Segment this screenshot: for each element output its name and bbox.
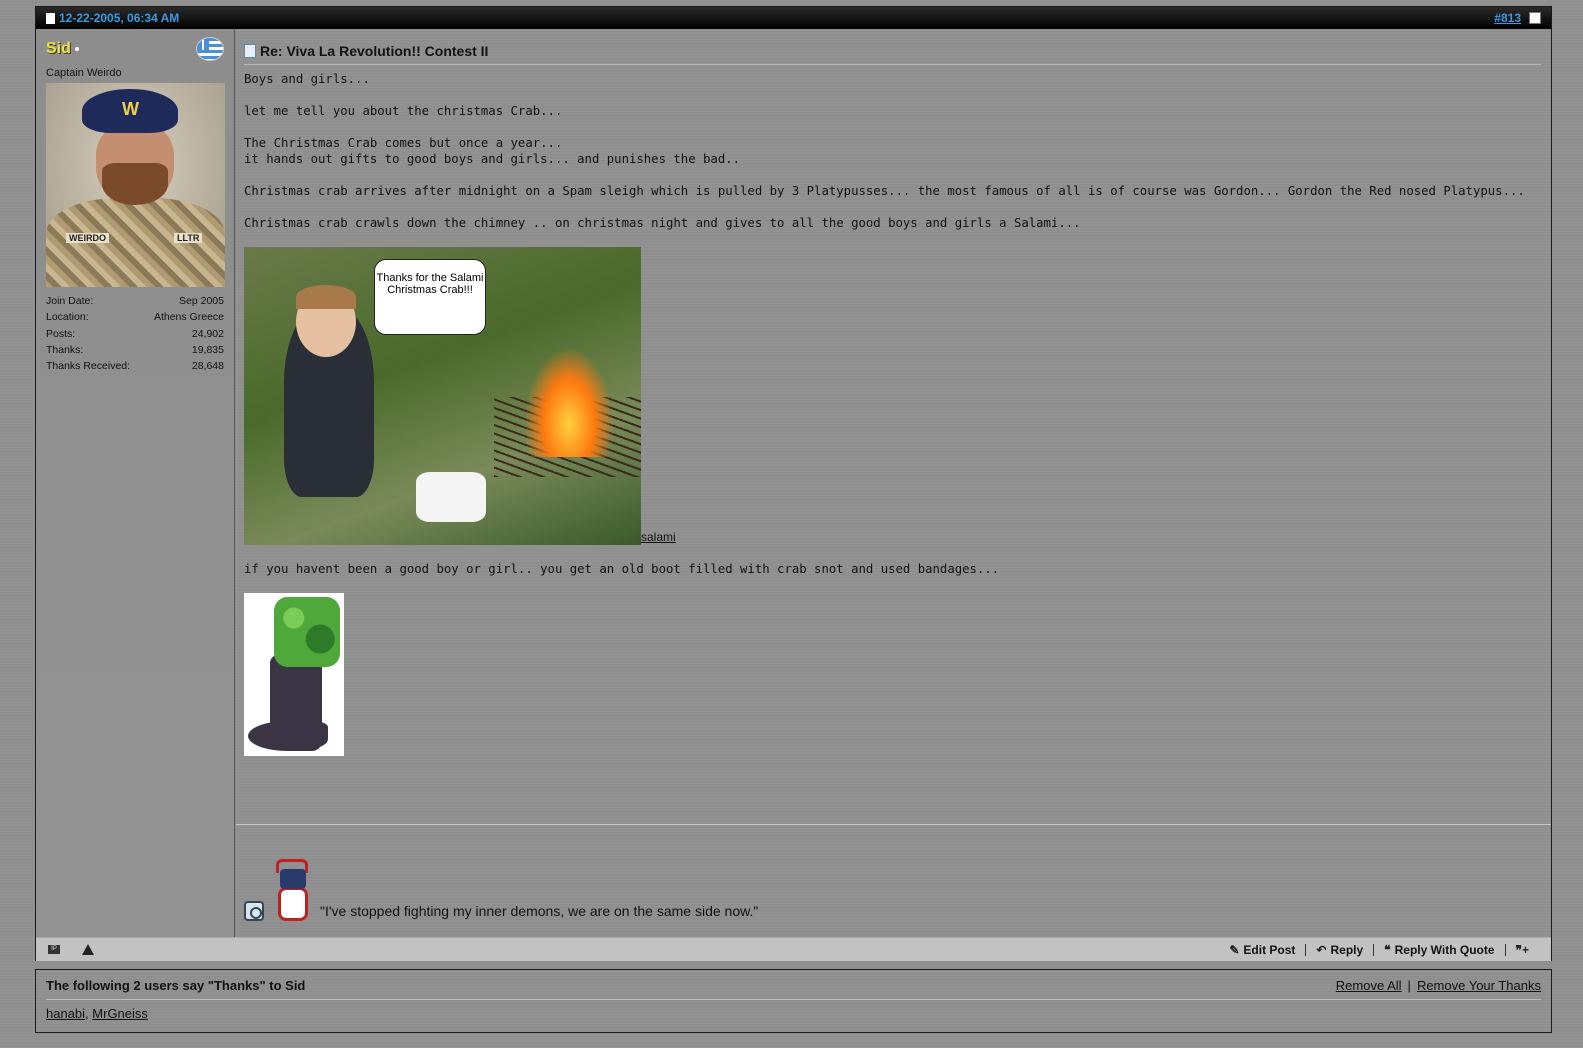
post-message: Boys and girls... let me tell you about … [244,71,1541,756]
avatar-tag-lltr: LLTR [174,233,203,243]
user-info-panel: Sid Captain Weirdo W WEIRDO LLTR Join Da… [36,29,235,937]
signature-quote: "I've stopped fighting my inner demons, … [320,903,759,919]
reply-button[interactable]: ↶ Reply [1306,943,1373,957]
multi-quote-button[interactable]: ❞+ [1506,943,1539,957]
thanks-heading: The following 2 users say "Thanks" to Si… [46,978,306,993]
stat-thanks-received: Thanks Received: 28,648 [46,360,224,373]
avatar[interactable]: W WEIRDO LLTR [46,83,225,287]
message-line: Christmas crab crawls down the chimney .… [244,216,1081,230]
speech-bubble: Thanks for the Salami Christmas Crab!!! [374,259,486,335]
post-title: Re: Viva La Revolution!! Contest II [260,43,489,59]
thanks-box: The following 2 users say "Thanks" to Si… [35,969,1552,1033]
stat-location: Location: Athens Greece [46,311,224,324]
stat-join-date: Join Date: Sep 2005 [46,295,224,307]
avatar-beret: W [82,89,178,133]
signature: "I've stopped fighting my inner demons, … [244,859,758,921]
remove-all-thanks-link[interactable]: Remove All [1336,978,1402,993]
post-controls: IP ✎ Edit Post ↶ Reply ❝ Reply With Quote ❞… [36,937,1551,961]
reply-arrow-icon: ↶ [1316,942,1327,957]
avatar-beard [102,163,168,205]
pencil-icon: ✎ [1229,942,1240,957]
message-line: if you havent been a good boy or girl.. … [244,562,1000,576]
user-stats: Join Date: Sep 2005 Location: Athens Greec… [46,293,224,374]
quote-bubble-icon: ❝ [1384,942,1391,957]
online-status-icon [74,46,79,51]
post-select-checkbox[interactable] [1529,12,1541,24]
message-line: Christmas crab arrives after midnight on… [244,184,1525,198]
message-paragraph: The Christmas Crab comes but once a year… [244,136,741,166]
edit-post-button[interactable]: ✎ Edit Post [1219,943,1305,957]
user-title: Captain Weirdo [46,67,122,79]
signature-divider [236,824,1551,825]
document-icon [46,12,55,24]
message-line: Boys and girls... [244,72,370,86]
boot-image[interactable] [244,593,344,756]
username-link[interactable]: Sid [46,40,71,57]
ip-icon[interactable]: IP [48,945,60,954]
post-date-text: 12-22-2005, 06:34 AM [59,11,180,25]
reply-with-quote-button[interactable]: ❝ Reply With Quote [1374,943,1504,957]
post-number-link[interactable]: #813 [1494,11,1521,25]
message-line: let me tell you about the christmas Crab… [244,104,563,118]
thanks-users: hanabi, MrGneiss [46,1006,148,1021]
salami-image[interactable]: Thanks for the Salami Christmas Crab!!! [244,247,641,545]
stat-posts: Posts: 24,902 [46,327,224,340]
demon-avatar-icon [274,859,310,921]
image-napkin [416,472,486,522]
report-warning-icon[interactable] [82,944,94,955]
stat-thanks: Thanks: 19,835 [46,343,224,356]
post-content: Re: Viva La Revolution!! Contest II Boys… [236,29,1551,937]
post-title-row: Re: Viva La Revolution!! Contest II [244,43,1541,65]
forum-post: 12-22-2005, 06:34 AM #813 Sid Captain We… [35,6,1552,961]
thanks-user-link[interactable]: MrGneiss [92,1006,148,1021]
thanks-user-link[interactable]: hanabi [46,1006,85,1021]
salami-image-row: Thanks for the Salami Christmas Crab!!! … [244,247,1541,545]
post-header: 12-22-2005, 06:34 AM #813 [36,7,1551,29]
post-date: 12-22-2005, 06:34 AM [46,11,179,25]
multi-quote-icon: ❞+ [1515,942,1529,957]
image-boy-hair [296,285,356,309]
separator: | [1407,978,1411,993]
avatar-tag-weirdo: WEIRDO [66,233,109,243]
image-fire [524,347,614,457]
boot-camo-filling [274,597,340,667]
boot-toe [248,721,328,751]
remove-your-thanks-link[interactable]: Remove Your Thanks [1417,978,1541,993]
avatar-beret-letter: W [122,99,139,119]
post-icon [244,44,256,58]
greece-flag-icon [196,37,224,61]
salami-link[interactable]: salami [641,530,676,544]
instagram-icon[interactable] [244,901,264,921]
